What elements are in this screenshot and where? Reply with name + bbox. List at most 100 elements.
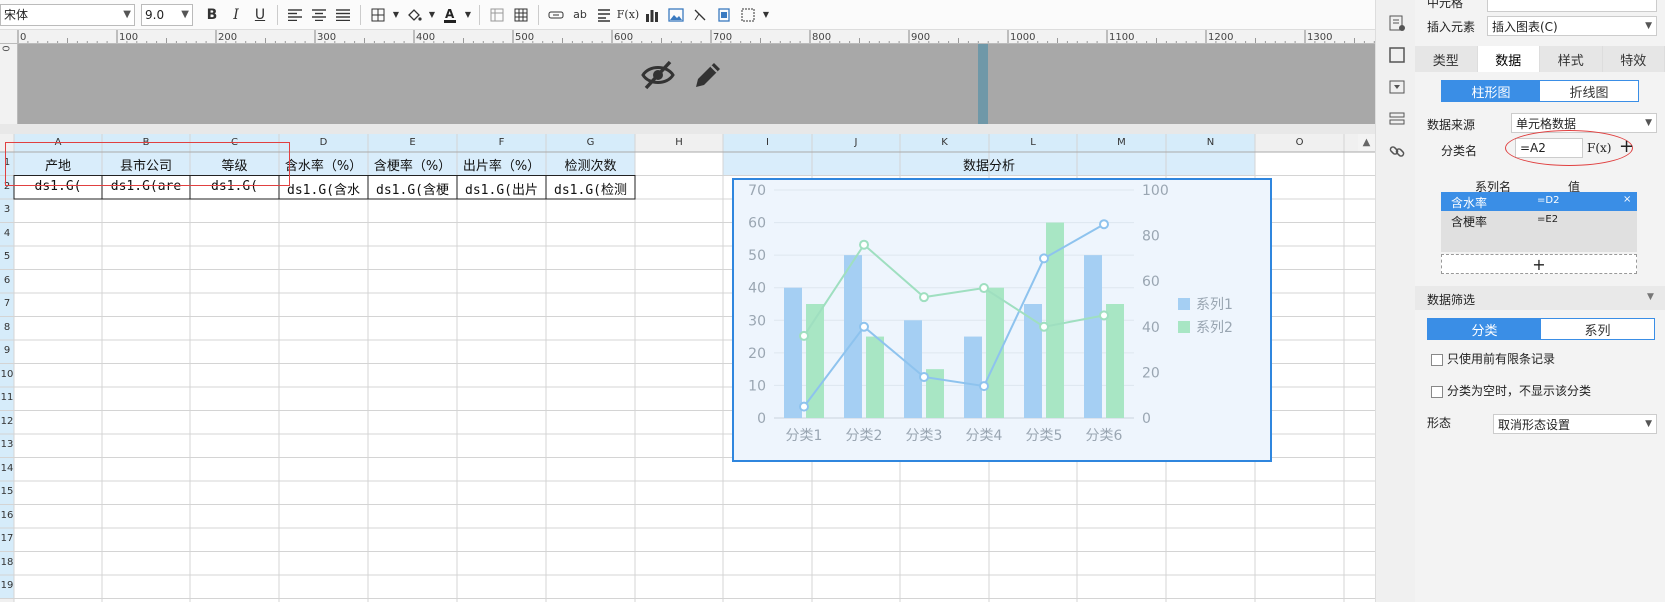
tab-filter-series[interactable]: 系列 [1541, 319, 1654, 339]
row-header[interactable]: 14 [0, 463, 14, 474]
tab-filter-category[interactable]: 分类 [1428, 319, 1541, 339]
data-cell[interactable]: ds1.G(含梗 [370, 179, 455, 198]
column-header[interactable]: D [279, 137, 368, 148]
insert-element-select[interactable]: 插入图表(C) ▼ [1487, 16, 1657, 36]
header-cell[interactable]: 含水率（%） [279, 155, 368, 174]
condition-icon[interactable] [1388, 110, 1406, 128]
row-header[interactable]: 9 [0, 345, 14, 356]
add-category-button[interactable]: + [1619, 136, 1634, 157]
scroll-up-arrow[interactable]: ▲ [1358, 134, 1375, 151]
align-left-icon[interactable] [284, 4, 306, 26]
column-header[interactable]: E [368, 137, 457, 148]
limit-records-option[interactable]: 只使用前有限条记录 [1431, 350, 1555, 367]
merged-title-cell[interactable]: 数据分析 [723, 155, 1255, 174]
column-header[interactable]: N [1166, 137, 1255, 148]
align-center-icon[interactable] [308, 4, 330, 26]
header-cell[interactable]: 出片率（%） [457, 155, 546, 174]
close-icon[interactable]: × [1623, 194, 1631, 205]
header-cell[interactable]: 含梗率（%） [368, 155, 457, 174]
text-button[interactable]: ab [569, 4, 591, 26]
hide-empty-checkbox[interactable] [1431, 385, 1443, 398]
row-header[interactable]: 6 [0, 275, 14, 286]
chevron-down-icon[interactable]: ▼ [463, 4, 473, 26]
link-icon[interactable] [545, 4, 567, 26]
pencil-icon[interactable] [690, 57, 726, 93]
underline-button[interactable]: U [249, 4, 271, 26]
tab-data[interactable]: 数据 [1477, 46, 1540, 72]
eye-hidden-icon[interactable] [640, 57, 676, 93]
data-cell[interactable]: ds1.G(检测 [548, 179, 633, 198]
hyperlink-icon[interactable] [1388, 142, 1406, 160]
data-cell[interactable]: ds1.G(含水 [281, 179, 366, 198]
row-header[interactable]: 3 [0, 204, 14, 215]
paragraph-icon[interactable] [593, 4, 615, 26]
filter-section-header[interactable]: 数据筛选 ▼ [1415, 286, 1665, 310]
cell-attr-icon[interactable] [1388, 14, 1406, 32]
ruler-label: 400 [416, 32, 435, 43]
column-header[interactable]: M [1077, 137, 1166, 148]
chevron-down-icon[interactable]: ▼ [761, 4, 771, 26]
chart-element[interactable]: 0 10 20 30 40 50 60 70 0 20 40 60 80 100 分类1 分类2 分类3 分类4 分… [732, 178, 1272, 462]
table-icon[interactable] [510, 4, 532, 26]
column-header[interactable]: G [546, 137, 635, 148]
font-size-select[interactable]: 9.0 ▼ [141, 3, 193, 26]
tab-style[interactable]: 样式 [1540, 46, 1603, 72]
image-icon[interactable] [665, 4, 687, 26]
top-field[interactable] [1487, 0, 1657, 12]
border-icon[interactable] [367, 4, 389, 26]
widget-icon[interactable] [1388, 78, 1406, 96]
slash-icon[interactable] [689, 4, 711, 26]
formula-button[interactable]: F(x) [1587, 141, 1611, 155]
hide-empty-option[interactable]: 分类为空时，不显示该分类 [1431, 382, 1591, 399]
freeze-icon[interactable] [486, 4, 508, 26]
row-header[interactable]: 19 [0, 580, 14, 591]
column-header[interactable]: L [989, 137, 1077, 148]
fill-color-icon[interactable] [403, 4, 425, 26]
row-header[interactable]: 12 [0, 416, 14, 427]
column-header[interactable]: H [635, 137, 723, 148]
column-header[interactable]: J [812, 137, 900, 148]
row-header[interactable]: 10 [0, 369, 14, 380]
column-header[interactable]: F [457, 137, 546, 148]
add-series-button[interactable]: + [1441, 254, 1637, 274]
row-header[interactable]: 13 [0, 439, 14, 450]
series-row[interactable]: 含梗率 =E2 [1441, 211, 1637, 230]
column-header[interactable]: I [723, 137, 812, 148]
bold-button[interactable]: B [201, 4, 223, 26]
tab-type[interactable]: 类型 [1415, 46, 1478, 72]
row-header[interactable]: 17 [0, 533, 14, 544]
row-header[interactable]: 15 [0, 486, 14, 497]
row-header[interactable]: 18 [0, 557, 14, 568]
row-header[interactable]: 16 [0, 510, 14, 521]
column-header[interactable]: O [1255, 137, 1344, 148]
line-point [859, 321, 869, 332]
series-row[interactable]: 含水率 =D2 × [1441, 192, 1637, 211]
shape-select[interactable]: 取消形态设置 ▼ [1493, 414, 1657, 434]
row-header[interactable]: 8 [0, 322, 14, 333]
tab-bar-chart[interactable]: 柱形图 [1442, 81, 1540, 101]
header-cell[interactable]: 检测次数 [546, 155, 635, 174]
cell-style-icon[interactable] [1388, 46, 1406, 64]
row-header[interactable]: 4 [0, 228, 14, 239]
tab-effects[interactable]: 特效 [1603, 46, 1665, 72]
align-justify-icon[interactable] [332, 4, 354, 26]
chevron-down-icon[interactable]: ▼ [391, 4, 401, 26]
row-header[interactable]: 5 [0, 251, 14, 262]
band-resize-handle[interactable] [978, 44, 988, 124]
data-cell[interactable]: ds1.G(出片 [459, 179, 544, 198]
bar [866, 336, 884, 418]
tab-line-chart[interactable]: 折线图 [1540, 81, 1638, 101]
font-name-select[interactable]: 宋体 ▼ [0, 3, 135, 26]
legend-swatch [1178, 298, 1190, 310]
row-header[interactable]: 11 [0, 392, 14, 403]
cell-border-icon[interactable] [737, 4, 759, 26]
italic-button[interactable]: I [225, 4, 247, 26]
frame-icon[interactable] [713, 4, 735, 26]
chevron-down-icon[interactable]: ▼ [427, 4, 437, 26]
font-color-icon[interactable]: A [439, 4, 461, 26]
formula-button[interactable]: F(x) [617, 4, 639, 26]
limit-records-checkbox[interactable] [1431, 353, 1443, 366]
row-header[interactable]: 7 [0, 298, 14, 309]
column-header[interactable]: K [900, 137, 989, 148]
bar-chart-icon[interactable] [641, 4, 663, 26]
